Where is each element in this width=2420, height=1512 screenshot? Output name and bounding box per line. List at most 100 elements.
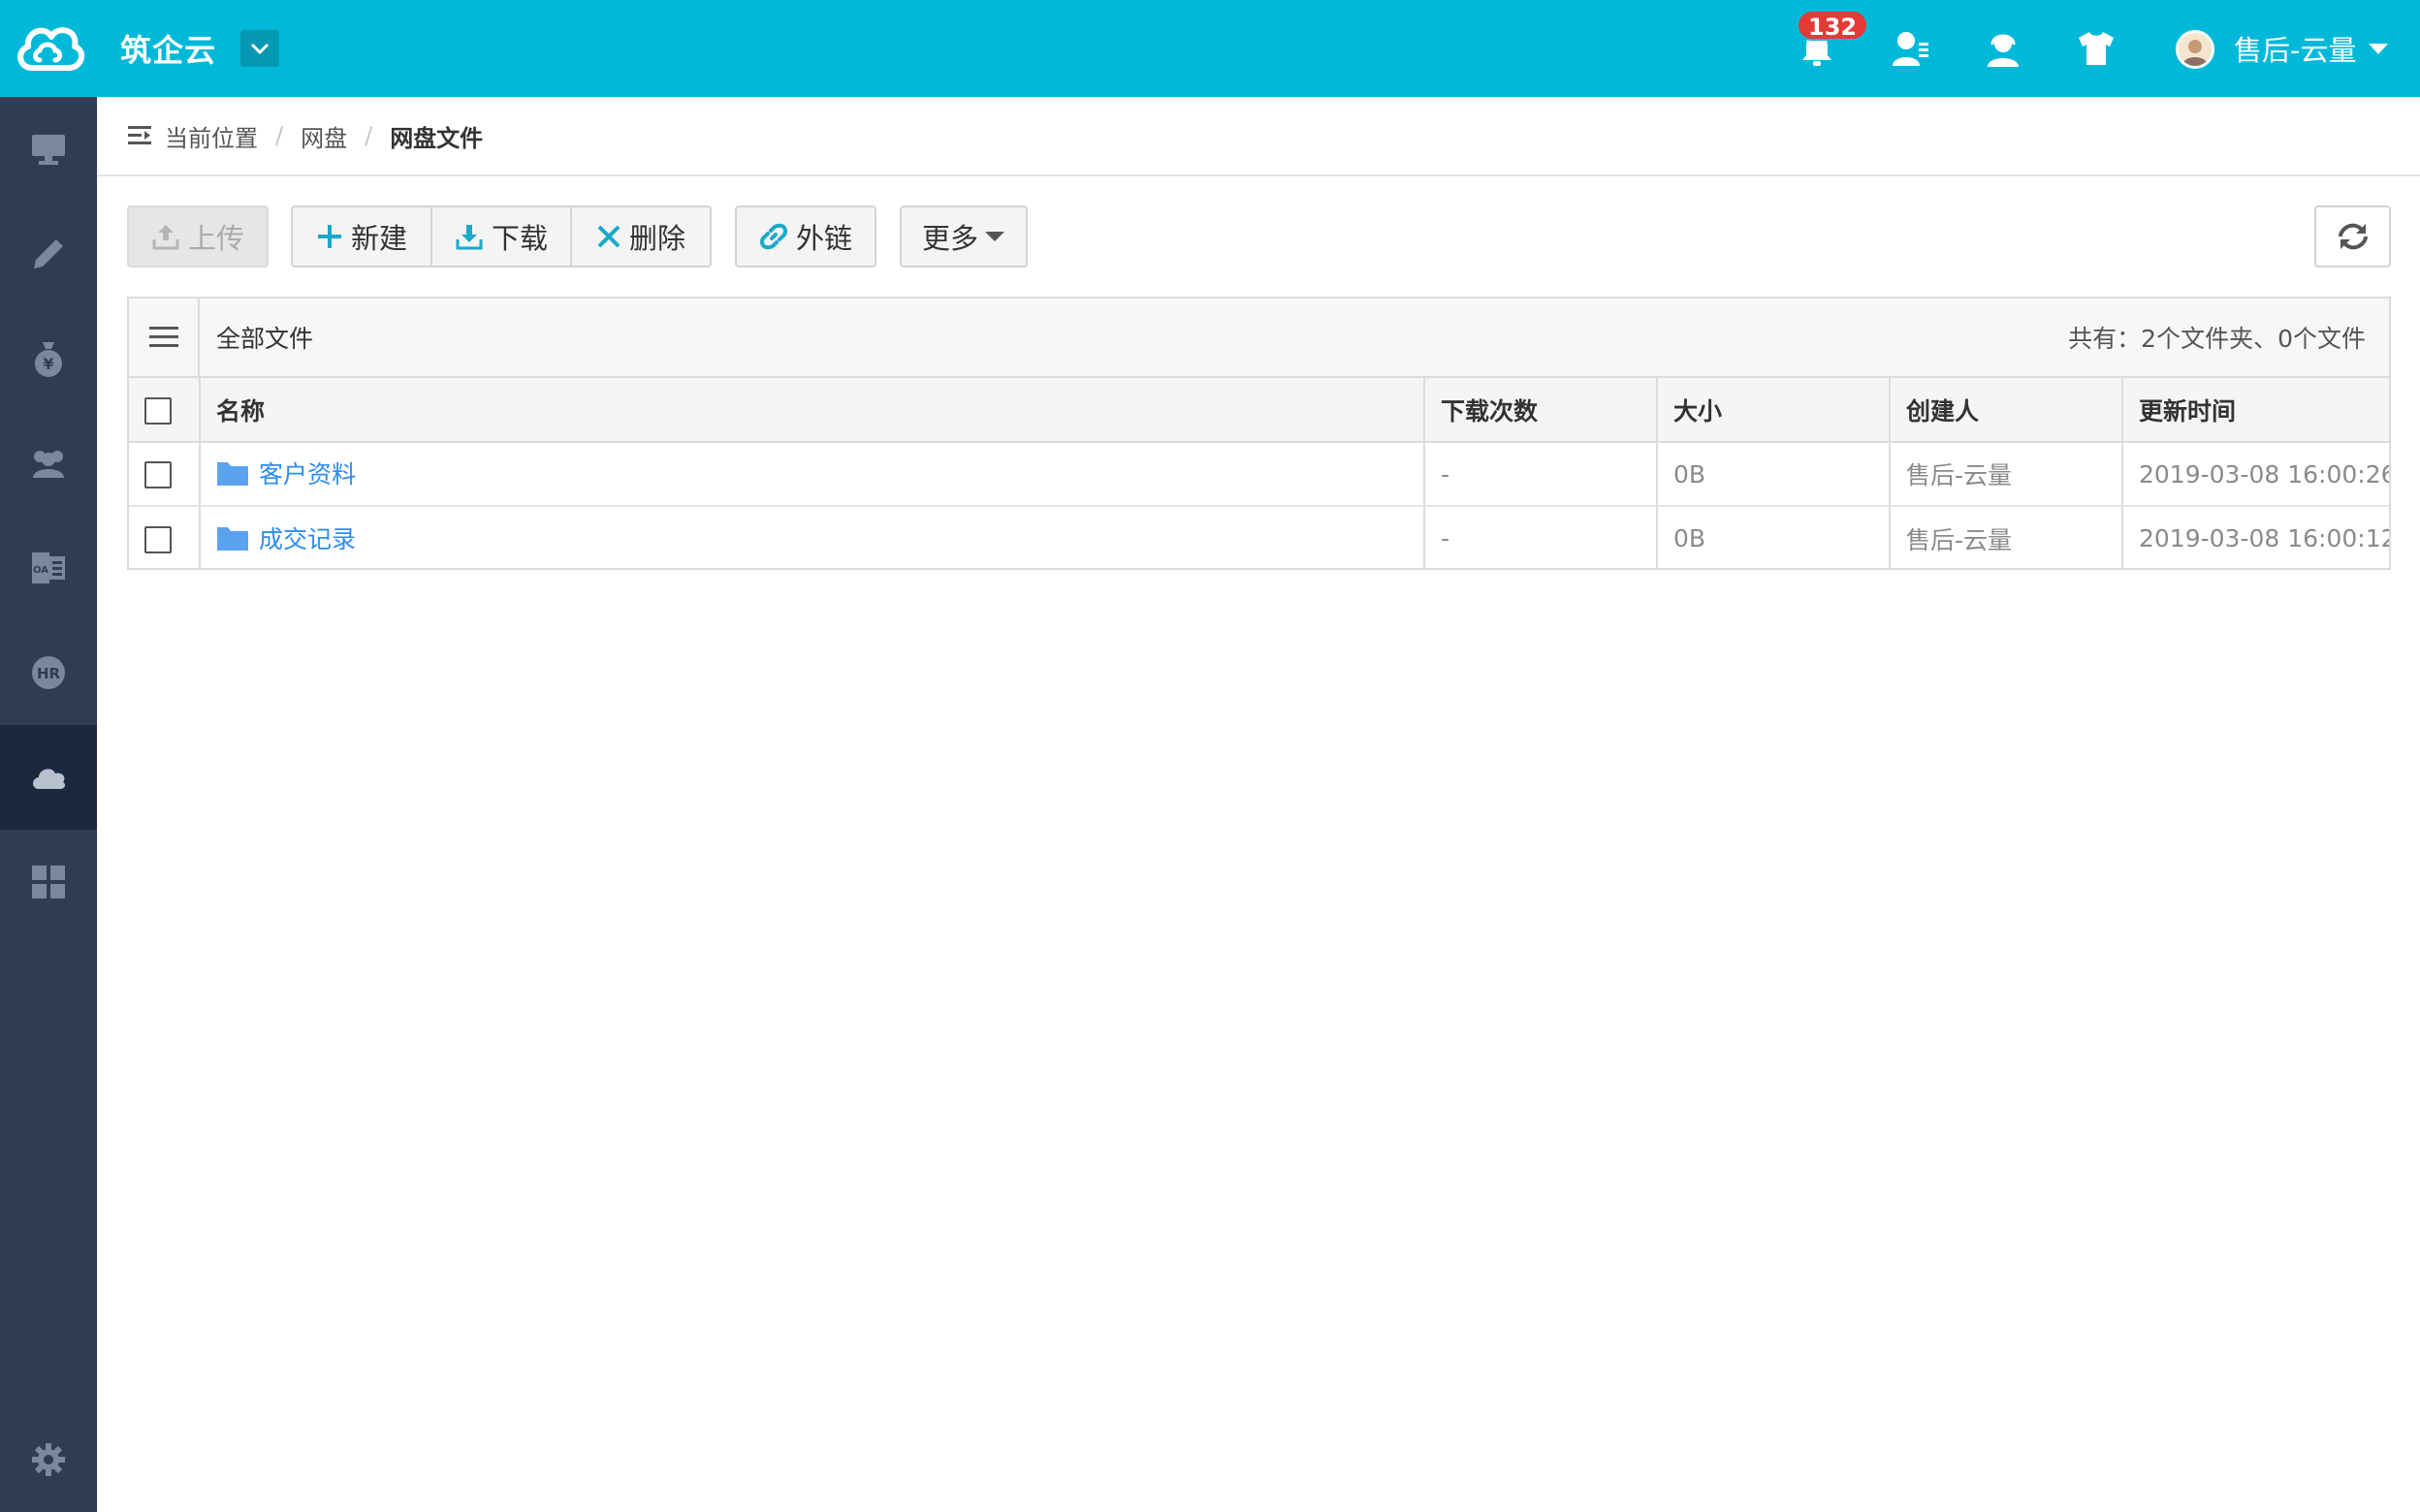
chevron-down-icon — [250, 43, 270, 55]
logo[interactable] — [0, 0, 97, 97]
user-avatar-icon — [2182, 40, 2208, 66]
more-button[interactable]: 更多 — [900, 205, 1028, 268]
pencil-icon — [34, 239, 63, 268]
download-icon — [456, 225, 483, 250]
updated-cell: 2019-03-08 16:00:12 — [2139, 524, 2389, 552]
tshirt-icon — [2079, 32, 2114, 65]
avatar[interactable] — [2176, 30, 2214, 69]
team-icon — [33, 451, 64, 478]
plus-icon — [317, 225, 341, 248]
indent-icon — [128, 126, 151, 144]
select-all-checkbox[interactable] — [144, 396, 172, 425]
row-select-cell — [129, 442, 201, 507]
external-link-label: 外链 — [795, 222, 852, 255]
name-cell: 成交记录 — [200, 506, 1425, 570]
downloads-cell: - — [1424, 442, 1658, 507]
delete-button[interactable]: 删除 — [572, 205, 712, 268]
breadcrumb-item-current: 网盘文件 — [390, 124, 484, 152]
more-label: 更多 — [921, 222, 978, 255]
outlook-icon: OA — [32, 552, 65, 583]
sidebar-item-desktop[interactable] — [0, 97, 97, 202]
file-count-summary: 共有：2个文件夹、0个文件 — [2068, 325, 2366, 353]
money-bag-icon: ¥ — [35, 342, 62, 377]
monitor-icon — [32, 135, 65, 165]
table-row[interactable]: 成交记录 - 0B 售后-云量 2019-03-08 16:00:12 — [129, 506, 2389, 570]
updated-cell: 2019-03-08 16:00:26 — [2122, 442, 2389, 507]
new-button[interactable]: 新建 — [291, 205, 432, 268]
row-checkbox[interactable] — [144, 525, 172, 553]
column-header-creator[interactable]: 创建人 — [1890, 378, 2123, 443]
folder-icon — [217, 526, 248, 551]
folder-link[interactable]: 成交记录 — [216, 520, 356, 555]
size-cell: 0B — [1657, 506, 1891, 570]
name-cell: 客户资料 — [200, 442, 1425, 507]
row-checkbox[interactable] — [144, 461, 172, 488]
upload-label: 上传 — [187, 222, 244, 255]
svg-text:¥: ¥ — [43, 355, 53, 373]
upload-button[interactable]: 上传 — [127, 205, 269, 268]
brand-dropdown-button[interactable] — [240, 30, 279, 67]
sidebar-item-finance[interactable]: ¥ — [0, 306, 97, 411]
dashboard-icon — [32, 866, 65, 898]
panel-menu-button[interactable] — [129, 299, 200, 376]
link-icon — [759, 223, 788, 250]
sidebar-item-hr[interactable]: HR — [0, 620, 97, 725]
user-list-icon — [1893, 32, 1928, 66]
creator-cell: 售后-云量 — [1890, 442, 2123, 507]
select-all-cell — [129, 378, 201, 443]
sidebar: ¥ OA HR — [0, 97, 97, 1512]
brand-name[interactable]: 筑企云 — [120, 0, 216, 97]
caret-down-icon — [985, 232, 1004, 241]
hamburger-icon — [148, 327, 178, 347]
hr-icon: HR — [32, 656, 65, 689]
column-header-downloads[interactable]: 下载次数 — [1424, 378, 1658, 443]
close-icon — [597, 225, 621, 248]
support-button[interactable] — [1982, 27, 2024, 70]
sidebar-item-mail[interactable]: OA — [0, 516, 97, 620]
panel-header: 全部文件 共有：2个文件夹、0个文件 — [129, 299, 2389, 378]
column-header-size[interactable]: 大小 — [1657, 378, 1891, 443]
top-header: 筑企云 132 售后-云量 — [0, 0, 2420, 97]
sidebar-item-dashboard[interactable] — [0, 830, 97, 934]
size-cell: 0B — [1657, 442, 1891, 507]
sidebar-item-edit[interactable] — [0, 202, 97, 306]
sidebar-item-settings[interactable] — [0, 1407, 97, 1512]
refresh-button[interactable] — [2314, 205, 2391, 268]
panel-title: 全部文件 — [216, 325, 314, 353]
gear-icon — [32, 1443, 65, 1476]
download-button[interactable]: 下载 — [432, 205, 572, 268]
breadcrumb-separator: / — [365, 122, 373, 149]
column-header-updated[interactable]: 更新时间 — [2122, 378, 2389, 443]
user-name[interactable]: 售后-云量 — [2234, 0, 2356, 97]
folder-name: 成交记录 — [259, 524, 357, 553]
notification-badge: 132 — [1797, 10, 1869, 41]
cloud-logo-icon — [17, 27, 85, 71]
external-link-button[interactable]: 外链 — [735, 205, 876, 268]
file-table: 名称 下载次数 大小 创建人 更新时间 客户资料 - 0B 售后-云量 2019… — [129, 378, 2389, 570]
table-header-row: 名称 下载次数 大小 创建人 更新时间 — [129, 378, 2389, 443]
creator-cell: 售后-云量 — [1890, 506, 2123, 570]
breadcrumb-label: 当前位置 — [165, 124, 258, 152]
sidebar-item-cloud-drive[interactable] — [0, 725, 97, 830]
column-header-name[interactable]: 名称 — [200, 378, 1425, 443]
caret-down-icon[interactable] — [2369, 44, 2388, 54]
cloud-icon — [33, 769, 66, 789]
theme-button[interactable] — [2075, 27, 2118, 70]
file-panel: 全部文件 共有：2个文件夹、0个文件 名称 下载次数 大小 创建人 更新时间 客… — [127, 297, 2391, 570]
customer-service-icon — [1988, 34, 2019, 67]
folder-link[interactable]: 客户资料 — [216, 456, 356, 490]
new-label: 新建 — [350, 222, 407, 255]
table-row[interactable]: 客户资料 - 0B 售后-云量 2019-03-08 16:00:26 — [129, 442, 2389, 507]
folder-icon — [217, 462, 248, 486]
breadcrumb: 当前位置 / 网盘 / 网盘文件 — [97, 97, 2420, 176]
downloads-cell: - — [1424, 506, 1658, 570]
breadcrumb-item-netdisk[interactable]: 网盘 — [301, 119, 347, 153]
sidebar-item-team[interactable] — [0, 411, 97, 516]
breadcrumb-separator: / — [275, 122, 284, 149]
svg-text:OA: OA — [33, 565, 48, 576]
refresh-icon — [2338, 223, 2368, 250]
svg-text:HR: HR — [37, 665, 61, 682]
row-select-cell — [129, 506, 201, 570]
contacts-button[interactable] — [1889, 27, 1931, 70]
download-label: 下载 — [491, 222, 548, 255]
